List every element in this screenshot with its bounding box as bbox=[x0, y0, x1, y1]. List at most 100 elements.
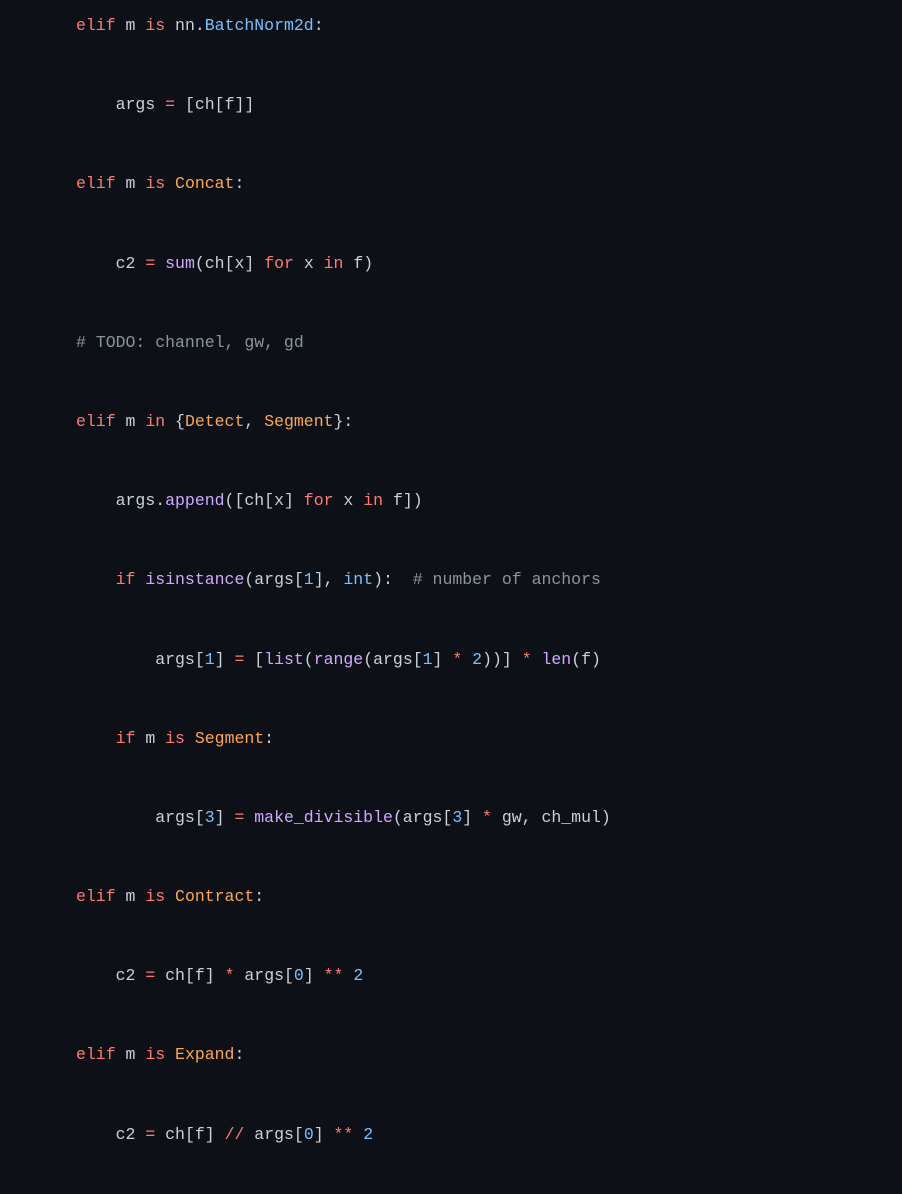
identifier: ch bbox=[165, 966, 185, 985]
class-name: Segment bbox=[264, 412, 333, 431]
identifier: x bbox=[343, 491, 353, 510]
func-call: range bbox=[314, 650, 364, 669]
class-name: Concat bbox=[175, 174, 234, 193]
class-name: Contract bbox=[175, 887, 254, 906]
op-mul: * bbox=[452, 650, 462, 669]
bracket: [ bbox=[185, 966, 195, 985]
identifier: ch bbox=[244, 491, 264, 510]
identifier: c2 bbox=[116, 254, 136, 273]
number: 1 bbox=[304, 570, 314, 589]
colon: : bbox=[343, 412, 353, 431]
identifier: args bbox=[244, 966, 284, 985]
builtin: int bbox=[343, 570, 373, 589]
bracket: [ bbox=[264, 491, 274, 510]
colon: : bbox=[264, 729, 274, 748]
keyword-elif: elif bbox=[76, 16, 116, 35]
colon: : bbox=[383, 570, 393, 589]
identifier: ch bbox=[165, 1125, 185, 1144]
bracket: ] bbox=[205, 1125, 215, 1144]
dot: . bbox=[195, 16, 205, 35]
op-mul: * bbox=[225, 966, 235, 985]
paren: ( bbox=[363, 650, 373, 669]
op-pow: ** bbox=[324, 966, 344, 985]
identifier: f bbox=[581, 650, 591, 669]
identifier: args bbox=[116, 491, 156, 510]
keyword-elif: elif bbox=[76, 1045, 116, 1064]
identifier: x bbox=[234, 254, 244, 273]
bracket: ] bbox=[215, 650, 225, 669]
bracket: [ bbox=[215, 95, 225, 114]
bracket: [ bbox=[294, 570, 304, 589]
keyword-in: in bbox=[324, 254, 344, 273]
keyword-is: is bbox=[165, 729, 185, 748]
identifier: args bbox=[254, 1125, 294, 1144]
code-line: args[3] = make_divisible(args[3] * gw, c… bbox=[0, 798, 902, 838]
paren: ) bbox=[591, 650, 601, 669]
paren: ) bbox=[373, 570, 383, 589]
identifier: f bbox=[195, 966, 205, 985]
keyword-in: in bbox=[145, 412, 165, 431]
keyword-if: if bbox=[116, 570, 136, 589]
identifier: x bbox=[304, 254, 314, 273]
bracket: [ bbox=[413, 650, 423, 669]
number: 2 bbox=[363, 1125, 373, 1144]
colon: : bbox=[234, 1045, 244, 1064]
code-line: elif m is Expand: bbox=[0, 1035, 902, 1075]
number: 1 bbox=[205, 650, 215, 669]
bracket: ] bbox=[215, 808, 225, 827]
number: 2 bbox=[353, 966, 363, 985]
bracket: [ bbox=[195, 650, 205, 669]
brace: { bbox=[175, 412, 185, 431]
identifier: x bbox=[274, 491, 284, 510]
comma: , bbox=[324, 570, 334, 589]
identifier: f bbox=[353, 254, 363, 273]
func-call: list bbox=[264, 650, 304, 669]
bracket: ] bbox=[244, 254, 254, 273]
identifier: args bbox=[373, 650, 413, 669]
paren: ( bbox=[393, 808, 403, 827]
identifier: args bbox=[116, 95, 156, 114]
dot: . bbox=[155, 491, 165, 510]
code-line: elif m is Contract: bbox=[0, 877, 902, 917]
func-call: isinstance bbox=[145, 570, 244, 589]
op-floordiv: // bbox=[225, 1125, 245, 1144]
keyword-is: is bbox=[145, 16, 165, 35]
identifier: m bbox=[126, 174, 136, 193]
keyword-elif: elif bbox=[76, 174, 116, 193]
paren: ) bbox=[601, 808, 611, 827]
comma: , bbox=[522, 808, 532, 827]
op-pow: ** bbox=[334, 1125, 354, 1144]
comment: # TODO: channel, gw, gd bbox=[76, 333, 304, 352]
bracket: [ bbox=[234, 491, 244, 510]
identifier: nn bbox=[175, 16, 195, 35]
op-assign: = bbox=[145, 1125, 155, 1144]
bracket: [ bbox=[185, 1125, 195, 1144]
code-line: elif m is nn.BatchNorm2d: bbox=[0, 6, 902, 46]
identifier: args bbox=[403, 808, 443, 827]
identifier: m bbox=[126, 412, 136, 431]
op-mul: * bbox=[482, 808, 492, 827]
func-call: sum bbox=[165, 254, 195, 273]
identifier: f bbox=[225, 95, 235, 114]
bracket: ] bbox=[234, 95, 244, 114]
code-line: c2 = ch[f] // args[0] ** 2 bbox=[0, 1115, 902, 1155]
bracket: ] bbox=[284, 491, 294, 510]
number: 0 bbox=[304, 1125, 314, 1144]
identifier: m bbox=[126, 887, 136, 906]
code-line: elif m is Concat: bbox=[0, 164, 902, 204]
code-line: args.append([ch[x] for x in f]) bbox=[0, 481, 902, 521]
bracket: ] bbox=[433, 650, 443, 669]
keyword-is: is bbox=[145, 174, 165, 193]
bracket: [ bbox=[442, 808, 452, 827]
keyword-elif: elif bbox=[76, 887, 116, 906]
keyword-for: for bbox=[264, 254, 294, 273]
bracket: ] bbox=[314, 570, 324, 589]
number: 1 bbox=[423, 650, 433, 669]
op-assign: = bbox=[165, 95, 175, 114]
bracket: ] bbox=[502, 650, 512, 669]
keyword-is: is bbox=[145, 1045, 165, 1064]
colon: : bbox=[254, 887, 264, 906]
keyword-in: in bbox=[363, 491, 383, 510]
bracket: ] bbox=[205, 966, 215, 985]
identifier: ch bbox=[205, 254, 225, 273]
